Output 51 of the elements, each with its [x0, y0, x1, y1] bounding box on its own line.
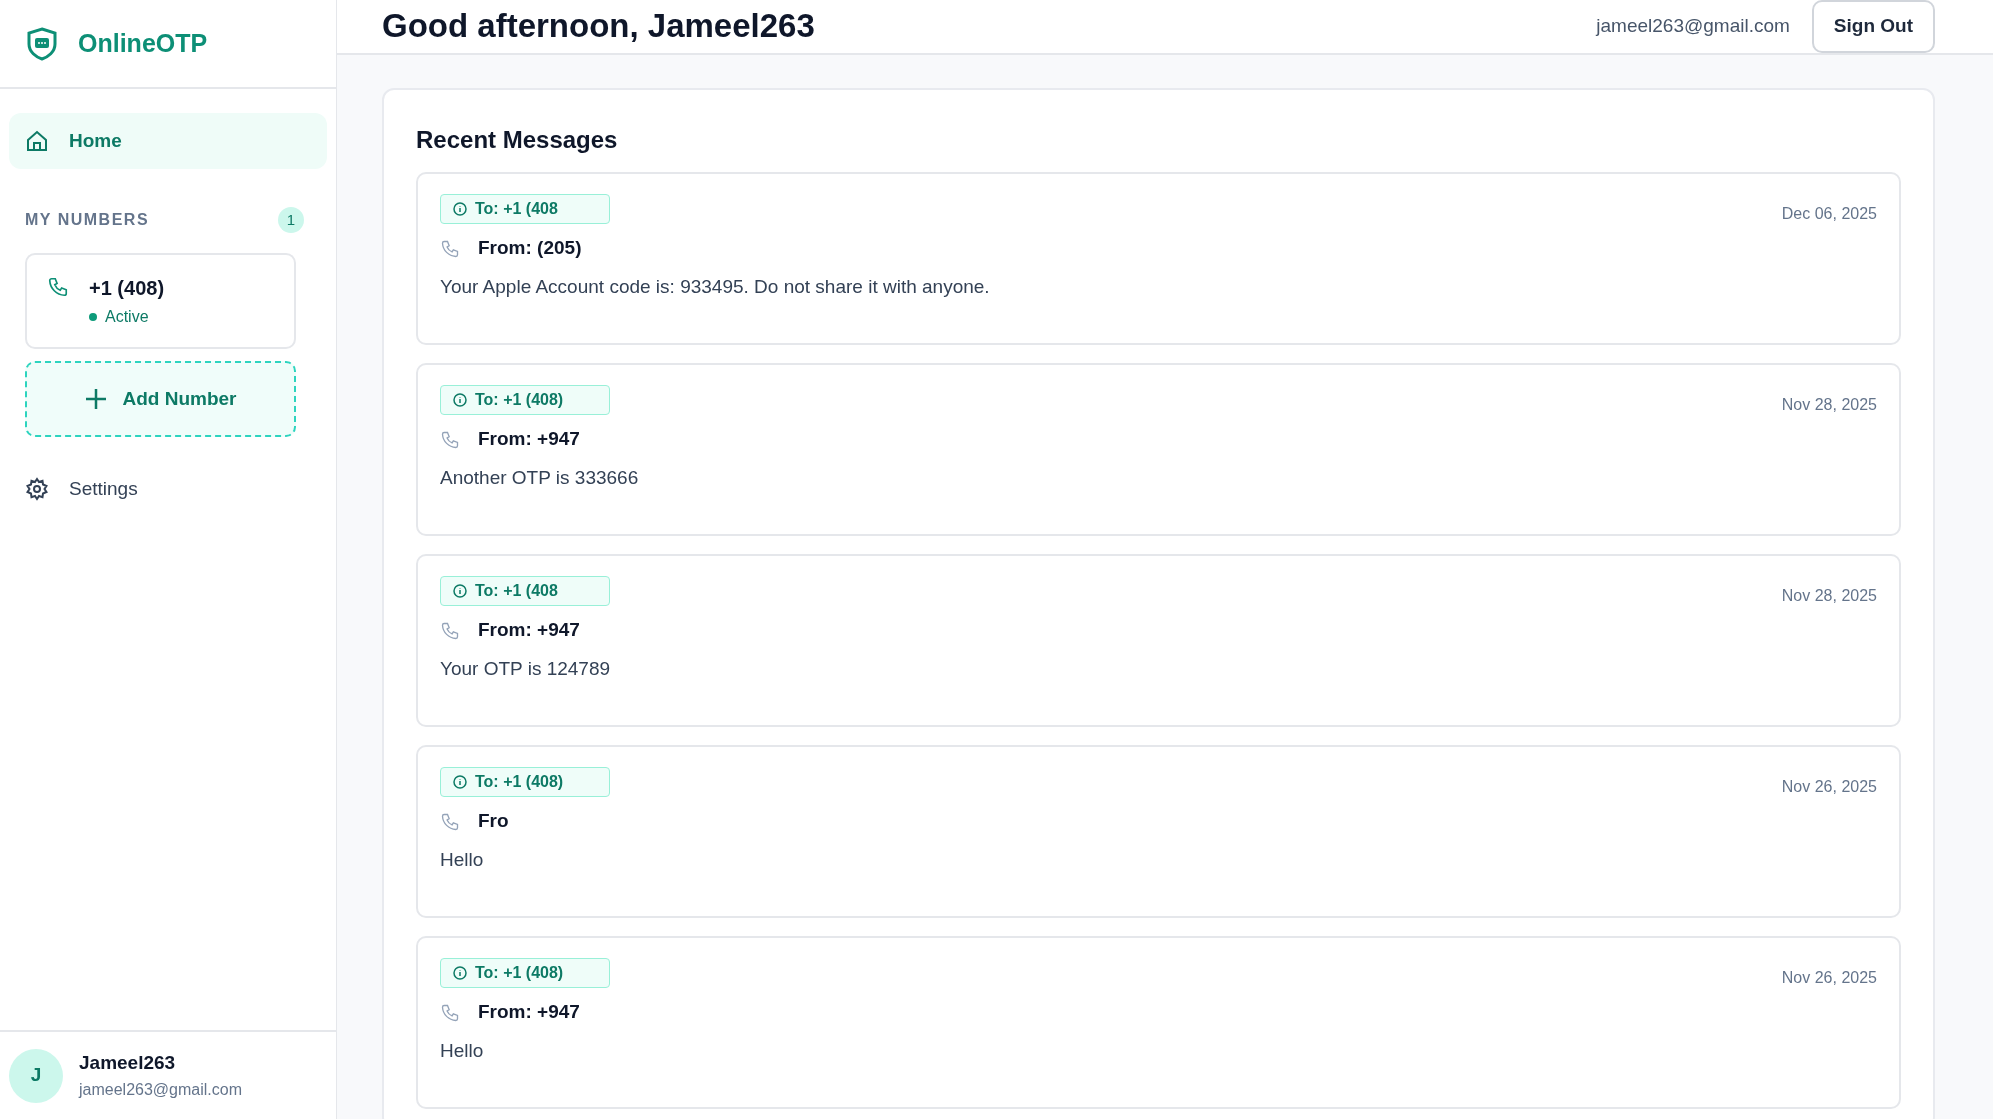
panel-title: Recent Messages	[416, 125, 619, 155]
phone-icon	[440, 811, 460, 832]
sender-number: From: (205)	[478, 236, 582, 261]
message-date: Nov 28, 2025	[1781, 395, 1877, 416]
recipient-tag: To: +1 (408)	[440, 385, 610, 416]
gear-icon	[25, 477, 49, 501]
shield-chat-logo-icon	[26, 26, 58, 61]
status-label: Active	[105, 307, 149, 327]
message-date: Nov 26, 2025	[1781, 968, 1877, 989]
message-text: Your Apple Account code is: 933495. Do not share it with anyone.	[440, 274, 990, 299]
count-badge: 1	[278, 207, 304, 233]
recipient-tag: To: +1 (408)	[440, 958, 610, 989]
message-date: Dec 06, 2025	[1781, 204, 1877, 225]
info-icon	[453, 202, 467, 217]
home-nav-item[interactable]: Home	[9, 113, 327, 169]
info-icon	[453, 775, 467, 790]
phone-icon	[440, 1002, 460, 1023]
message-text: Another OTP is 333666	[440, 465, 639, 490]
sign-out-button[interactable]: Sign Out	[1811, 0, 1935, 53]
user-avatar: J	[9, 1048, 63, 1103]
user-email: jameel263@gmail.com	[79, 1079, 242, 1100]
recipient-tag: To: +1 (408)	[440, 767, 610, 798]
message-text: Your OTP is 124789	[440, 656, 611, 681]
brand-name: OnlineOTP	[78, 27, 208, 59]
sender-number: From: +947	[478, 1000, 580, 1025]
section-heading: MY NUMBERS	[25, 210, 150, 230]
sender-number: From: +947	[478, 618, 580, 643]
recipient-tag: To: +1 (408	[440, 576, 610, 607]
phone-number: +1 (408)	[89, 276, 165, 301]
settings-nav-item[interactable]: Settings	[9, 461, 327, 517]
greeting-heading: Good afternoon, Jameel263	[382, 6, 816, 47]
message-text: Hello	[440, 847, 484, 872]
message-text: Hello	[440, 1038, 484, 1063]
info-icon	[453, 393, 467, 408]
phone-icon	[440, 620, 460, 641]
account-email: jameel263@gmail.com	[1596, 14, 1790, 38]
recipient-tag: To: +1 (408	[440, 194, 610, 225]
plus-icon	[84, 388, 107, 410]
phone-icon	[440, 238, 460, 259]
message-date: Nov 28, 2025	[1781, 586, 1877, 607]
add-number-button[interactable]: Add Number	[25, 361, 296, 437]
message-date: Nov 26, 2025	[1781, 777, 1877, 798]
house-icon	[25, 129, 49, 153]
sender-number: From: +947	[478, 427, 580, 452]
info-icon	[453, 584, 467, 599]
number-card[interactable]: +1 (408) Active	[25, 253, 296, 349]
phone-icon	[440, 429, 460, 450]
phone-icon	[47, 276, 69, 298]
sender-number: Fro	[478, 809, 509, 834]
info-icon	[453, 966, 467, 981]
user-name: Jameel263	[79, 1051, 177, 1076]
